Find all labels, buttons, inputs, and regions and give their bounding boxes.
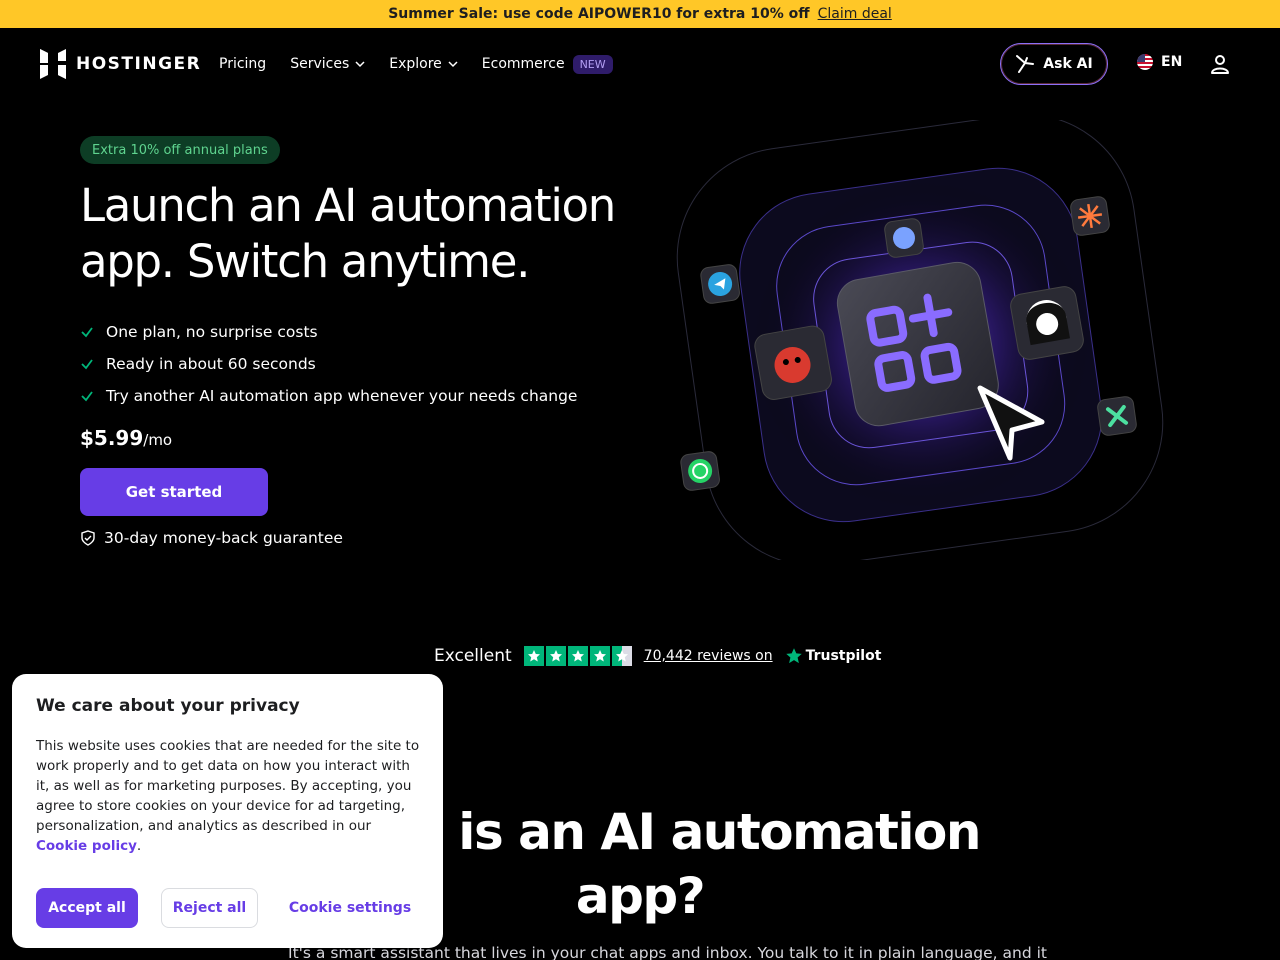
trustpilot-star-icon xyxy=(785,648,802,664)
check-icon xyxy=(81,327,93,338)
ask-ai-label: Ask AI xyxy=(1043,56,1093,72)
cookie-settings-button[interactable]: Cookie settings xyxy=(282,888,418,928)
nav-services-label: Services xyxy=(290,56,350,72)
feature-list: One plan, no surprise costs Ready in abo… xyxy=(80,316,577,412)
trustpilot-logo[interactable]: Trustpilot xyxy=(785,647,882,665)
cookie-title: We care about your privacy xyxy=(36,696,300,716)
nav-explore-label: Explore xyxy=(389,56,442,72)
guarantee-text: 30-day money-back guarantee xyxy=(104,529,343,547)
new-badge: NEW xyxy=(572,54,613,74)
app-grid-icon xyxy=(836,261,999,427)
robot-mascot-icon xyxy=(754,325,832,400)
feature-item: Try another AI automation app whenever y… xyxy=(80,380,577,412)
half-star-icon xyxy=(611,646,632,666)
cookie-consent-modal: We care about your privacy This website … xyxy=(12,674,443,948)
cookie-policy-link[interactable]: Cookie policy xyxy=(36,838,137,854)
user-icon[interactable] xyxy=(1209,53,1231,75)
us-flag-icon xyxy=(1137,54,1153,70)
x-icon xyxy=(1097,396,1137,436)
nav-links: Pricing Services Explore Ecommerce NEW xyxy=(219,28,613,100)
star-icon xyxy=(523,646,544,666)
trustpilot-label: Trustpilot xyxy=(805,648,882,664)
language-label: EN xyxy=(1161,54,1183,70)
rating-word: Excellent xyxy=(434,646,512,666)
hostinger-logo-icon xyxy=(40,49,66,79)
reviews-link[interactable]: 70,442 reviews on xyxy=(644,648,773,664)
avatar-icon xyxy=(1010,286,1084,360)
logo[interactable]: HOSTINGER xyxy=(40,49,201,79)
feature-item: Ready in about 60 seconds xyxy=(80,348,577,380)
chevron-down-icon xyxy=(448,61,458,68)
feature-item: One plan, no surprise costs xyxy=(80,316,577,348)
get-started-button[interactable]: Get started xyxy=(80,468,268,516)
accept-all-button[interactable]: Accept all xyxy=(36,888,138,928)
star-icon xyxy=(545,646,566,666)
promo-text: Summer Sale: use code AIPOWER10 for extr… xyxy=(388,6,810,22)
cookie-body: This website uses cookies that are neede… xyxy=(36,738,420,854)
price: $5.99/mo xyxy=(80,426,172,450)
sparkle-icon xyxy=(1070,196,1110,236)
guarantee: 30-day money-back guarantee xyxy=(80,529,343,547)
shield-check-icon xyxy=(81,530,95,546)
price-value: $5.99 xyxy=(80,426,144,450)
price-unit: /mo xyxy=(143,431,173,449)
nav-ecommerce-label: Ecommerce xyxy=(481,56,565,72)
rating-stars xyxy=(523,646,632,666)
discount-pill: Extra 10% off annual plans xyxy=(80,136,280,164)
check-icon xyxy=(81,359,93,370)
trustpilot-rating: Excellent 70,442 reviews on Trustpilot xyxy=(434,646,881,666)
feature-text: Ready in about 60 seconds xyxy=(106,355,316,373)
nav-explore[interactable]: Explore xyxy=(389,56,458,72)
whatsapp-icon xyxy=(680,451,720,491)
feature-text: Try another AI automation app whenever y… xyxy=(106,387,578,405)
language-selector[interactable]: EN xyxy=(1137,54,1182,70)
nav-ecommerce[interactable]: Ecommerce NEW xyxy=(481,54,613,74)
cloud-icon xyxy=(884,218,924,258)
star-icon xyxy=(567,646,588,666)
nav-services[interactable]: Services xyxy=(290,56,365,72)
claim-deal-link[interactable]: Claim deal xyxy=(818,6,892,22)
top-nav: HOSTINGER Pricing Services Explore Ecomm… xyxy=(0,28,1280,100)
chevron-down-icon xyxy=(355,61,365,68)
nav-pricing-label: Pricing xyxy=(219,56,267,72)
hero-illustration xyxy=(676,120,1164,560)
star-icon xyxy=(589,646,610,666)
ask-ai-button[interactable]: Ask AI xyxy=(1000,43,1108,85)
hero-title: Launch an AI automation app. Switch anyt… xyxy=(80,179,616,288)
cookie-body-text: This website uses cookies that are neede… xyxy=(36,738,420,834)
ask-ai-icon xyxy=(1016,55,1035,73)
promo-bar: Summer Sale: use code AIPOWER10 for extr… xyxy=(0,0,1280,28)
nav-pricing[interactable]: Pricing xyxy=(219,56,266,72)
reject-all-button[interactable]: Reject all xyxy=(161,888,258,928)
feature-text: One plan, no surprise costs xyxy=(106,323,318,341)
check-icon xyxy=(81,391,93,402)
logo-text: HOSTINGER xyxy=(76,54,202,74)
telegram-icon xyxy=(700,264,740,304)
